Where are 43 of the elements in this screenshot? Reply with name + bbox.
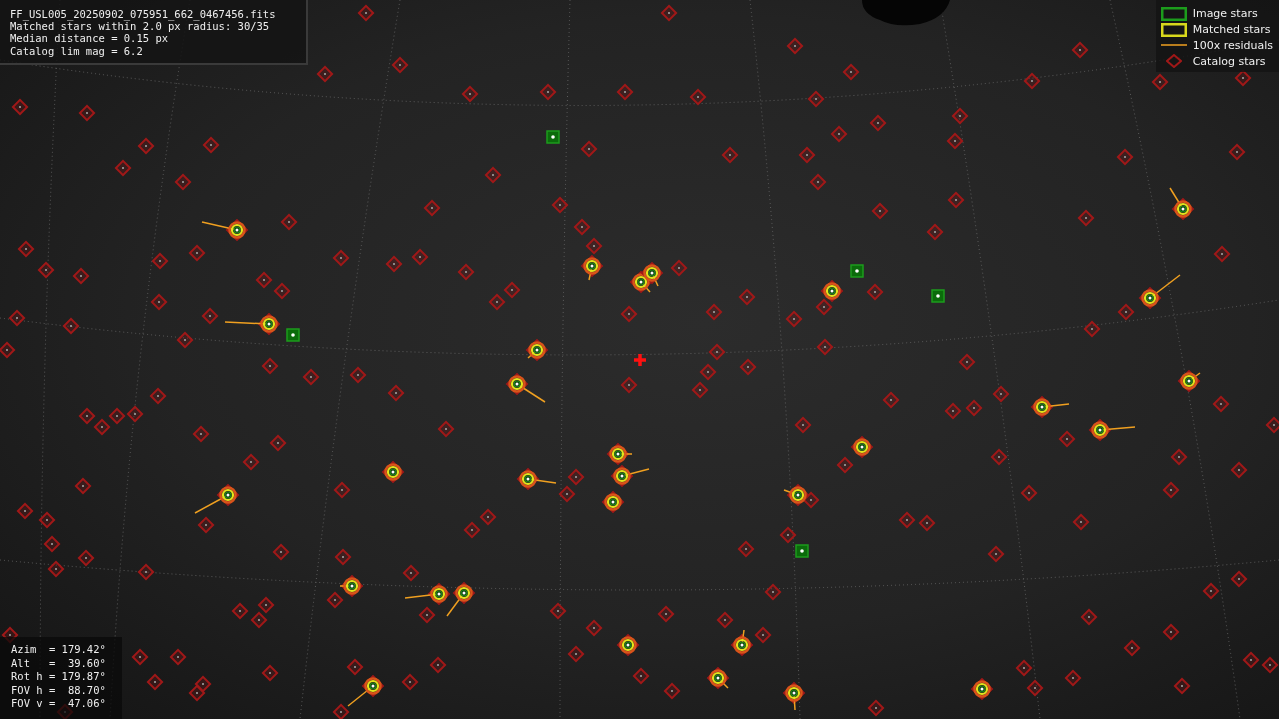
info-text: Median distance = 0.15 px (10, 32, 170, 45)
image-star-legend-icon (1160, 6, 1187, 21)
legend-label: Matched stars (1192, 23, 1271, 37)
matched-star-marker (782, 681, 806, 711)
matched-star-marker (201, 218, 249, 242)
info-text: FF_USL005_20250902_075951_662_0467456.fits (10, 8, 277, 21)
catalog-star-marker (1265, 416, 1279, 434)
legend-label: Catalog stars (1192, 54, 1266, 68)
matched-star-marker (629, 270, 653, 294)
catalog-star-marker (332, 703, 350, 719)
pointing-text: Alt = 39.60° (11, 656, 107, 671)
catalog-star-marker (250, 611, 268, 629)
pointing-text: Rot h = 179.87° (11, 670, 107, 684)
catalog-star-legend-icon (1165, 54, 1182, 69)
matched-star-legend-icon (1160, 22, 1187, 37)
matched-star-marker (1088, 418, 1136, 442)
catalog-star-marker (779, 526, 797, 544)
info-text: Catalog lim mag = 6.2 (10, 44, 144, 57)
matched-star-marker (505, 372, 546, 403)
pointing-text: FOV h = 88.70° (11, 683, 107, 698)
legend-label: 100x residuals (1192, 39, 1273, 52)
legend-label: Image stars (1192, 7, 1258, 21)
catalog-star-marker (689, 88, 707, 106)
catalog-star-marker (38, 511, 56, 529)
catalog-star-marker (151, 252, 169, 270)
matched-star-marker (1138, 274, 1181, 310)
pointing-text: FOV v = 47.06° (11, 697, 107, 711)
catalog-star-marker (108, 407, 126, 425)
matched-star-marker (347, 674, 385, 707)
catalog-star-marker (558, 485, 576, 503)
catalog-star-marker (551, 196, 569, 214)
catalog-star-marker (93, 418, 111, 436)
catalog-star-marker (0, 341, 16, 359)
residual-line-legend-icon (1160, 44, 1187, 47)
catalog-star-marker (946, 132, 964, 150)
center-cross-icon (632, 352, 648, 368)
matched-star-marker (1030, 395, 1070, 419)
matched-star-marker (224, 312, 281, 336)
info-text: Matched stars within 2.0 px radius: 30/35 (10, 20, 270, 33)
pointing-text: Azim = 179.42° (11, 643, 107, 657)
matched-star-marker (194, 483, 240, 514)
matched-star-marker (516, 467, 557, 491)
matched-star-marker (1169, 187, 1195, 221)
